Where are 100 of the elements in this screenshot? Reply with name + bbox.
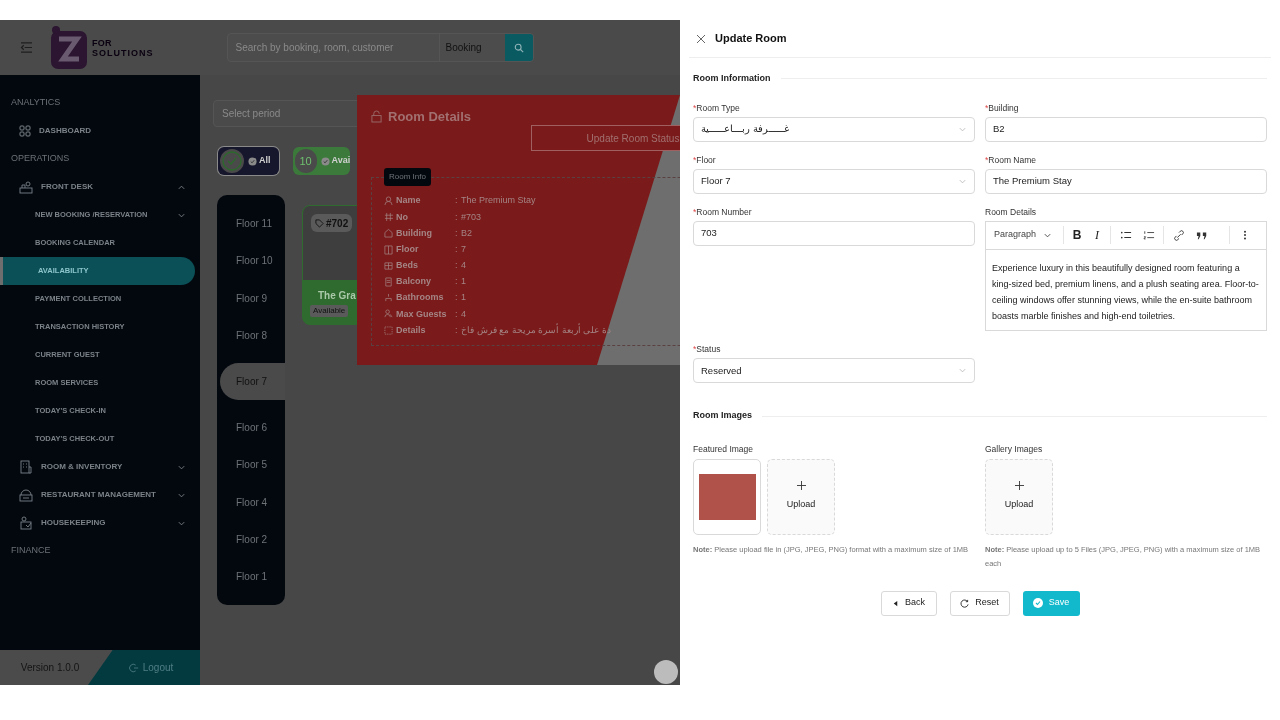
colon-separator: : — [455, 275, 459, 289]
field-value: B2 — [461, 226, 472, 240]
floor-tab[interactable]: Floor 10 — [217, 242, 285, 280]
room-name: The Gra — [318, 289, 356, 303]
row-icon — [384, 325, 393, 336]
field-label: No — [396, 210, 409, 224]
upload-button[interactable]: Upload — [985, 458, 1053, 535]
floor-tab[interactable]: Floor 4 — [217, 483, 285, 521]
field-label: Floor — [396, 242, 420, 256]
section-title: Room Images — [693, 409, 752, 423]
field-label: Name — [396, 194, 422, 208]
sidebar-item[interactable]: FRONT DESK — [0, 173, 200, 201]
row-icon — [384, 244, 393, 255]
floor-tab[interactable]: Floor 1 — [217, 557, 285, 596]
logout-icon — [128, 662, 139, 673]
section-heading: ANALYTICS — [11, 96, 61, 110]
reload-icon — [960, 598, 970, 608]
field-label: Building — [988, 102, 1019, 113]
bulleted-list-icon — [1119, 229, 1132, 241]
search-icon — [513, 42, 524, 53]
sidebar-item[interactable]: ROOM & INVENTORY — [0, 453, 200, 481]
logout-button[interactable]: Logout — [88, 650, 200, 685]
filter-chip[interactable]: 10 Avai — [292, 147, 351, 175]
editor-text: Experience luxury in this beautifully designed room featuring a king-sized bed, premium linens, and a plush seating area. Floor-to-ceiling windows offer stunning views, while the en-suite bathroom boasts marble finishes and high-end toiletries. — [991, 261, 1260, 324]
rich-text-editor[interactable] — [985, 220, 1267, 332]
count-badge: 10 — [292, 147, 319, 175]
required-mark: * — [693, 206, 697, 217]
colon-separator: : — [455, 226, 459, 240]
logo-mark-icon — [49, 24, 89, 71]
field-label: Gallery Images — [985, 442, 1044, 456]
required-mark: * — [693, 154, 697, 165]
block-style-select[interactable]: Paragraph — [989, 225, 1057, 245]
colon-separator: : — [455, 210, 459, 224]
logo-text: FOR — [92, 37, 113, 48]
desk-icon — [19, 180, 33, 194]
field-label: Room Type — [696, 102, 740, 113]
italic-button[interactable]: I — [1087, 225, 1107, 245]
required-mark: * — [985, 154, 989, 165]
floor-tab[interactable]: Floor 5 — [217, 446, 285, 484]
colon-separator: : — [455, 291, 459, 305]
field-value: 1 — [461, 291, 466, 305]
sidebar-item[interactable]: RESTAURANT MANAGEMENT — [0, 481, 200, 509]
floor-tab[interactable]: Floor 2 — [217, 520, 285, 558]
field-value: 1 — [461, 275, 466, 289]
field-label: Beds — [396, 259, 419, 273]
room-number: #702 — [326, 216, 349, 231]
floor-tab[interactable]: Floor 6 — [217, 409, 285, 447]
field-label: Status — [696, 344, 721, 355]
sidebar-item[interactable]: DASHBOARD — [0, 117, 200, 145]
reset-button[interactable]: Reset — [949, 590, 1010, 616]
field-label: Balcony — [396, 275, 432, 289]
plus-icon — [796, 481, 806, 491]
field-label: Room Name — [988, 154, 1037, 165]
back-button[interactable]: Back — [880, 590, 937, 616]
field-label: Bathrooms — [396, 291, 445, 305]
select-field[interactable]: Reserved — [693, 358, 975, 384]
building-icon — [19, 460, 33, 474]
colon-separator: : — [455, 259, 459, 273]
check-icon — [320, 156, 330, 166]
filter-chip[interactable]: All — [218, 147, 279, 175]
people-icon — [19, 516, 33, 530]
floor-tab[interactable]: Floor 11 — [217, 205, 285, 243]
numbered-list-icon — [1142, 229, 1155, 241]
section-heading: OPERATIONS — [11, 152, 70, 166]
lock-icon — [371, 110, 382, 124]
section-badge: Room Info — [384, 168, 431, 186]
close-icon[interactable] — [696, 33, 706, 44]
select-field[interactable]: غـــــرفة ربـــاعـــــية — [693, 116, 975, 142]
field-value: The Premium Stay — [461, 194, 536, 208]
input-field[interactable]: B2 — [985, 116, 1267, 142]
select-field[interactable]: Floor 7 — [693, 168, 975, 194]
row-icon — [384, 196, 393, 207]
floor-tab[interactable]: Floor 9 — [217, 279, 285, 317]
floor-tab[interactable]: Floor 8 — [217, 316, 285, 354]
sidebar-item[interactable]: HOUSEKEEPING — [0, 509, 200, 537]
plus-icon — [1014, 481, 1024, 491]
photo-placeholder — [698, 473, 756, 520]
field-value: 4 — [461, 259, 466, 273]
required-mark: * — [693, 344, 697, 355]
colon-separator: : — [455, 242, 459, 256]
check-circle-icon — [1032, 598, 1043, 609]
link-icon — [1172, 229, 1185, 241]
caret-left-icon — [892, 599, 899, 607]
search-button[interactable] — [504, 34, 533, 61]
row-icon — [384, 309, 393, 320]
bold-button[interactable]: B — [1067, 225, 1087, 245]
row-icon — [384, 260, 393, 271]
logo-text: SOLUTIONS — [92, 47, 154, 58]
colon-separator: : — [455, 307, 459, 321]
restaurant-icon — [19, 488, 33, 502]
required-mark: * — [693, 102, 697, 113]
tag-icon — [315, 218, 324, 228]
dashboard-grid-icon — [19, 125, 31, 137]
check-circle-icon — [218, 147, 246, 175]
row-icon — [384, 277, 393, 288]
section-title: Room Information — [693, 72, 771, 85]
status-badge: Available — [310, 305, 349, 317]
upload-button[interactable]: Upload — [767, 458, 835, 535]
input-field[interactable]: 703 — [693, 220, 975, 246]
input-field[interactable]: The Premium Stay — [985, 168, 1267, 194]
